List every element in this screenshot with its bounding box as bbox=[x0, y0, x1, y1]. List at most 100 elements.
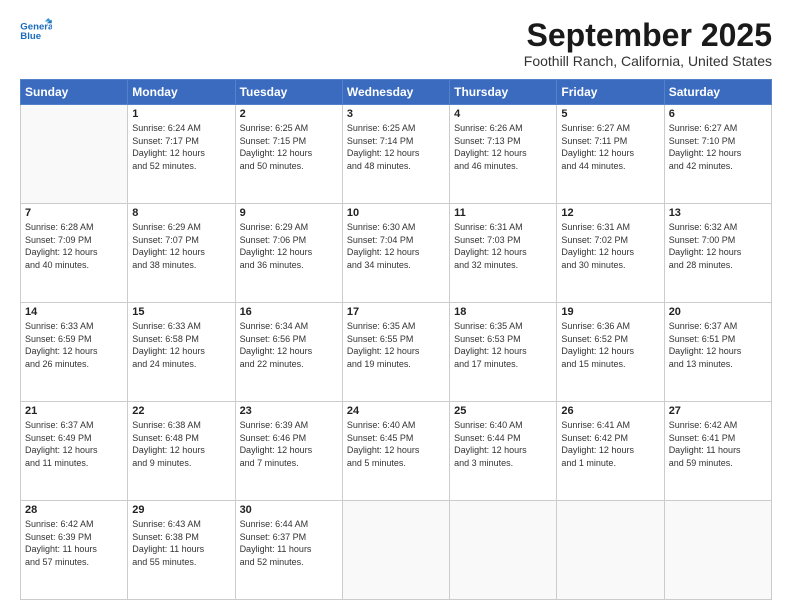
day-info: Sunrise: 6:42 AMSunset: 6:41 PMDaylight:… bbox=[669, 419, 767, 469]
calendar-table: Sunday Monday Tuesday Wednesday Thursday… bbox=[20, 79, 772, 600]
day-number: 18 bbox=[454, 306, 552, 318]
day-info: Sunrise: 6:44 AMSunset: 6:37 PMDaylight:… bbox=[240, 518, 338, 568]
svg-text:Blue: Blue bbox=[20, 31, 41, 42]
table-row: 15 Sunrise: 6:33 AMSunset: 6:58 PMDayligh… bbox=[128, 303, 235, 402]
day-number: 21 bbox=[25, 405, 123, 417]
table-row: 29 Sunrise: 6:43 AMSunset: 6:38 PMDayligh… bbox=[128, 501, 235, 600]
table-row: 28 Sunrise: 6:42 AMSunset: 6:39 PMDayligh… bbox=[21, 501, 128, 600]
table-row: 8 Sunrise: 6:29 AMSunset: 7:07 PMDaylight… bbox=[128, 204, 235, 303]
table-row: 14 Sunrise: 6:33 AMSunset: 6:59 PMDayligh… bbox=[21, 303, 128, 402]
table-row: 11Sunrise: 6:31 AMSunset: 7:03 PMDayligh… bbox=[450, 204, 557, 303]
day-number: 6 bbox=[669, 108, 767, 120]
table-row: 10 Sunrise: 6:30 AMSunset: 7:04 PMDayligh… bbox=[342, 204, 449, 303]
table-row bbox=[557, 501, 664, 600]
day-number: 13 bbox=[669, 207, 767, 219]
day-info: Sunrise: 6:31 AMSunset: 7:03 PMDaylight:… bbox=[454, 221, 552, 271]
day-info: Sunrise: 6:35 AMSunset: 6:55 PMDaylight:… bbox=[347, 320, 445, 370]
table-row: 25Sunrise: 6:40 AMSunset: 6:44 PMDayligh… bbox=[450, 402, 557, 501]
day-number: 2 bbox=[240, 108, 338, 120]
day-number: 3 bbox=[347, 108, 445, 120]
day-info: Sunrise: 6:31 AMSunset: 7:02 PMDaylight:… bbox=[561, 221, 659, 271]
day-info: Sunrise: 6:37 AMSunset: 6:51 PMDaylight:… bbox=[669, 320, 767, 370]
day-info: Sunrise: 6:36 AMSunset: 6:52 PMDaylight:… bbox=[561, 320, 659, 370]
day-number: 29 bbox=[132, 504, 230, 516]
day-number: 30 bbox=[240, 504, 338, 516]
table-row: 2Sunrise: 6:25 AMSunset: 7:15 PMDaylight… bbox=[235, 105, 342, 204]
day-number: 17 bbox=[347, 306, 445, 318]
day-number: 28 bbox=[25, 504, 123, 516]
table-row: 26 Sunrise: 6:41 AMSunset: 6:42 PMDayligh… bbox=[557, 402, 664, 501]
day-number: 10 bbox=[347, 207, 445, 219]
day-info: Sunrise: 6:32 AMSunset: 7:00 PMDaylight:… bbox=[669, 221, 767, 271]
day-number: 5 bbox=[561, 108, 659, 120]
day-info: Sunrise: 6:25 AMSunset: 7:14 PMDaylight:… bbox=[347, 122, 445, 172]
day-number: 19 bbox=[561, 306, 659, 318]
table-row: 12 Sunrise: 6:31 AMSunset: 7:02 PMDayligh… bbox=[557, 204, 664, 303]
day-info: Sunrise: 6:43 AMSunset: 6:38 PMDaylight:… bbox=[132, 518, 230, 568]
day-info: Sunrise: 6:26 AMSunset: 7:13 PMDaylight:… bbox=[454, 122, 552, 172]
day-number: 4 bbox=[454, 108, 552, 120]
table-row: 18 Sunrise: 6:35 AMSunset: 6:53 PMDayligh… bbox=[450, 303, 557, 402]
day-number: 12 bbox=[561, 207, 659, 219]
calendar-week-row: 14 Sunrise: 6:33 AMSunset: 6:59 PMDayligh… bbox=[21, 303, 772, 402]
day-info: Sunrise: 6:39 AMSunset: 6:46 PMDaylight:… bbox=[240, 419, 338, 469]
calendar-week-row: 21 Sunrise: 6:37 AMSunset: 6:49 PMDayligh… bbox=[21, 402, 772, 501]
month-title: September 2025 bbox=[524, 18, 772, 53]
table-row: 5Sunrise: 6:27 AMSunset: 7:11 PMDaylight… bbox=[557, 105, 664, 204]
day-number: 26 bbox=[561, 405, 659, 417]
table-row: 27 Sunrise: 6:42 AMSunset: 6:41 PMDayligh… bbox=[664, 402, 771, 501]
calendar-week-row: 28 Sunrise: 6:42 AMSunset: 6:39 PMDayligh… bbox=[21, 501, 772, 600]
calendar-week-row: 1 Sunrise: 6:24 AMSunset: 7:17 PMDaylight… bbox=[21, 105, 772, 204]
table-row: 1 Sunrise: 6:24 AMSunset: 7:17 PMDaylight… bbox=[128, 105, 235, 204]
col-thursday: Thursday bbox=[450, 80, 557, 105]
day-info: Sunrise: 6:38 AMSunset: 6:48 PMDaylight:… bbox=[132, 419, 230, 469]
day-info: Sunrise: 6:42 AMSunset: 6:39 PMDaylight:… bbox=[25, 518, 123, 568]
logo: General Blue bbox=[20, 18, 52, 46]
col-saturday: Saturday bbox=[664, 80, 771, 105]
table-row: 9 Sunrise: 6:29 AMSunset: 7:06 PMDaylight… bbox=[235, 204, 342, 303]
day-info: Sunrise: 6:41 AMSunset: 6:42 PMDaylight:… bbox=[561, 419, 659, 469]
table-row: 3 Sunrise: 6:25 AMSunset: 7:14 PMDaylight… bbox=[342, 105, 449, 204]
day-info: Sunrise: 6:24 AMSunset: 7:17 PMDaylight:… bbox=[132, 122, 230, 172]
day-number: 16 bbox=[240, 306, 338, 318]
day-number: 14 bbox=[25, 306, 123, 318]
day-number: 23 bbox=[240, 405, 338, 417]
header: General Blue September 2025 Foothill Ran… bbox=[20, 18, 772, 69]
table-row: 17 Sunrise: 6:35 AMSunset: 6:55 PMDayligh… bbox=[342, 303, 449, 402]
col-tuesday: Tuesday bbox=[235, 80, 342, 105]
day-number: 25 bbox=[454, 405, 552, 417]
day-info: Sunrise: 6:33 AMSunset: 6:59 PMDaylight:… bbox=[25, 320, 123, 370]
logo-icon: General Blue bbox=[20, 18, 52, 46]
day-number: 15 bbox=[132, 306, 230, 318]
col-wednesday: Wednesday bbox=[342, 80, 449, 105]
table-row: 7Sunrise: 6:28 AMSunset: 7:09 PMDaylight… bbox=[21, 204, 128, 303]
day-info: Sunrise: 6:40 AMSunset: 6:45 PMDaylight:… bbox=[347, 419, 445, 469]
table-row bbox=[664, 501, 771, 600]
day-info: Sunrise: 6:33 AMSunset: 6:58 PMDaylight:… bbox=[132, 320, 230, 370]
col-monday: Monday bbox=[128, 80, 235, 105]
page: General Blue September 2025 Foothill Ran… bbox=[0, 0, 792, 612]
table-row: 20 Sunrise: 6:37 AMSunset: 6:51 PMDayligh… bbox=[664, 303, 771, 402]
table-row bbox=[342, 501, 449, 600]
table-row: 23 Sunrise: 6:39 AMSunset: 6:46 PMDayligh… bbox=[235, 402, 342, 501]
day-info: Sunrise: 6:27 AMSunset: 7:10 PMDaylight:… bbox=[669, 122, 767, 172]
day-number: 8 bbox=[132, 207, 230, 219]
day-info: Sunrise: 6:35 AMSunset: 6:53 PMDaylight:… bbox=[454, 320, 552, 370]
day-number: 9 bbox=[240, 207, 338, 219]
day-number: 24 bbox=[347, 405, 445, 417]
day-info: Sunrise: 6:29 AMSunset: 7:06 PMDaylight:… bbox=[240, 221, 338, 271]
table-row bbox=[450, 501, 557, 600]
day-number: 20 bbox=[669, 306, 767, 318]
day-info: Sunrise: 6:37 AMSunset: 6:49 PMDaylight:… bbox=[25, 419, 123, 469]
day-number: 1 bbox=[132, 108, 230, 120]
table-row: 19 Sunrise: 6:36 AMSunset: 6:52 PMDayligh… bbox=[557, 303, 664, 402]
day-number: 27 bbox=[669, 405, 767, 417]
day-number: 22 bbox=[132, 405, 230, 417]
table-row: 24 Sunrise: 6:40 AMSunset: 6:45 PMDayligh… bbox=[342, 402, 449, 501]
day-info: Sunrise: 6:30 AMSunset: 7:04 PMDaylight:… bbox=[347, 221, 445, 271]
title-block: September 2025 Foothill Ranch, Californi… bbox=[524, 18, 772, 69]
table-row: 4 Sunrise: 6:26 AMSunset: 7:13 PMDaylight… bbox=[450, 105, 557, 204]
day-info: Sunrise: 6:29 AMSunset: 7:07 PMDaylight:… bbox=[132, 221, 230, 271]
table-row: 13 Sunrise: 6:32 AMSunset: 7:00 PMDayligh… bbox=[664, 204, 771, 303]
table-row: 6 Sunrise: 6:27 AMSunset: 7:10 PMDaylight… bbox=[664, 105, 771, 204]
